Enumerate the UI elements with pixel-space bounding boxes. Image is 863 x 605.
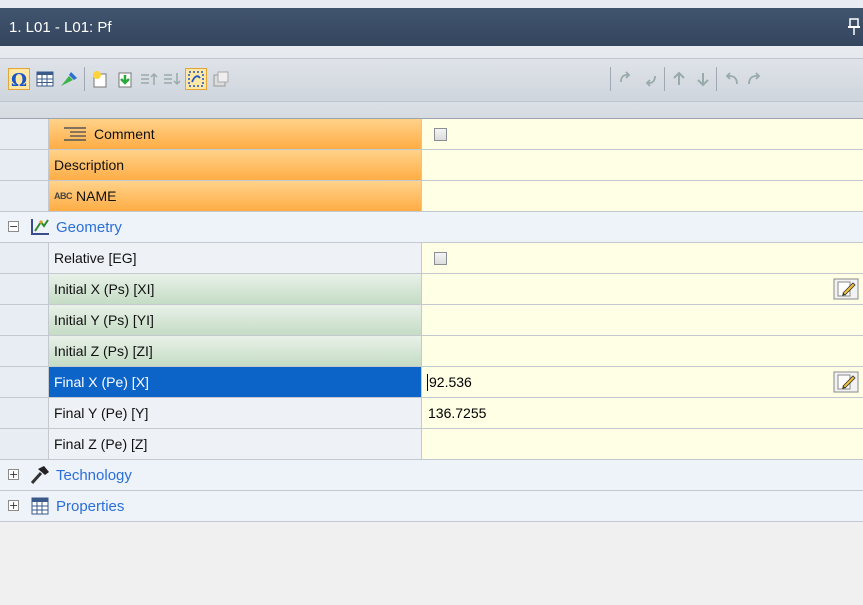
toolbar: Ω [0,46,863,119]
row-margin [0,181,49,211]
redo-icon[interactable] [744,68,766,90]
initial-x-label: Initial X (Ps) [XI] [54,281,155,297]
description-field[interactable] [422,150,863,180]
property-row-initial-y[interactable]: Initial Y (Ps) [YI] [0,305,863,336]
initial-y-label: Initial Y (Ps) [YI] [54,312,154,328]
toolbar-separator [716,67,717,91]
property-name: Description [49,150,422,180]
geometry-icon [31,219,49,235]
category-technology[interactable]: + Technology [0,460,863,491]
toolbar-separator [84,67,85,91]
row-margin [0,243,49,273]
select-icon[interactable] [185,68,207,90]
nav-up-icon[interactable] [668,68,690,90]
initial-x-field[interactable] [422,274,863,304]
category-properties[interactable]: + Properties [0,491,863,522]
undo-icon[interactable] [720,68,742,90]
panel-titlebar: 1. L01 - L01: Pf [0,8,863,46]
row-margin [0,336,49,366]
comment-icon [64,127,86,141]
comment-label: Comment [94,126,155,142]
omega-icon[interactable]: Ω [8,68,30,90]
relative-checkbox[interactable] [434,251,447,265]
property-name: Initial Z (Ps) [ZI] [49,336,422,366]
import-icon[interactable] [114,68,136,90]
property-row-final-z[interactable]: Final Z (Pe) [Z] [0,429,863,460]
comment-checkbox[interactable] [434,127,447,141]
row-margin [0,150,49,180]
name-label: NAME [76,188,117,204]
abc-text-icon: ABC [54,191,73,201]
property-name: ABC NAME [49,181,422,211]
copy-icon[interactable] [210,68,232,90]
property-value[interactable] [422,119,863,149]
property-name: Final Y (Pe) [Y] [49,398,422,428]
move-down-icon[interactable] [161,68,183,90]
final-x-label: Final X (Pe) [X] [54,374,149,390]
property-row-description[interactable]: Description [0,150,863,181]
name-field[interactable] [422,181,863,211]
row-margin [0,367,49,397]
technology-label: Technology [56,466,132,484]
move-up-icon[interactable] [138,68,160,90]
initial-y-field[interactable] [422,305,863,335]
nav-down-icon[interactable] [692,68,714,90]
hammer-icon [30,466,49,485]
top-border [0,0,863,8]
final-x-field[interactable]: 92.536 [422,367,863,397]
property-name: Final X (Pe) [X] [49,367,422,397]
expand-toggle[interactable]: + [8,469,19,480]
final-y-label: Final Y (Pe) [Y] [54,405,149,421]
nav-start-icon[interactable] [615,68,637,90]
initial-z-label: Initial Z (Ps) [ZI] [54,343,153,359]
property-name: Relative [EG] [49,243,422,273]
text-caret [427,373,428,391]
row-margin [0,305,49,335]
edit-value-icon[interactable] [833,278,859,300]
property-value[interactable] [422,243,863,273]
category-geometry[interactable]: − Geometry [0,212,863,243]
nav-back-icon[interactable] [639,68,661,90]
property-grid: Comment Description ABC NAME − Geometry [0,119,863,522]
properties-label: Properties [56,497,125,515]
property-row-comment[interactable]: Comment [0,119,863,150]
collapse-toggle[interactable]: − [8,221,19,232]
property-name: Final Z (Pe) [Z] [49,429,422,459]
property-row-initial-z[interactable]: Initial Z (Ps) [ZI] [0,336,863,367]
toolbar-separator [610,67,611,91]
panel-title: 1. L01 - L01: Pf [9,18,112,36]
row-margin [0,398,49,428]
calendar-grid-icon[interactable] [34,68,56,90]
relative-label: Relative [EG] [54,250,137,266]
final-z-field[interactable] [422,429,863,459]
draw-icon[interactable] [58,68,80,90]
final-y-field[interactable]: 136.7255 [422,398,863,428]
pin-icon[interactable] [847,17,861,37]
initial-z-field[interactable] [422,336,863,366]
property-row-final-y[interactable]: Final Y (Pe) [Y] 136.7255 [0,398,863,429]
row-margin [0,119,49,149]
svg-text:Ω: Ω [11,70,27,88]
final-x-value: 92.536 [429,374,472,390]
row-margin [0,274,49,304]
property-name: Comment [49,119,422,149]
property-row-final-x[interactable]: Final X (Pe) [X] 92.536 [0,367,863,398]
table-icon [31,497,49,515]
new-item-icon[interactable] [89,68,111,90]
description-label: Description [54,157,125,173]
edit-value-icon[interactable] [833,371,859,393]
property-row-relative[interactable]: Relative [EG] [0,243,863,274]
geometry-label: Geometry [56,218,122,236]
property-name: Initial Y (Ps) [YI] [49,305,422,335]
expand-toggle[interactable]: + [8,500,19,511]
row-margin [0,429,49,459]
property-row-name[interactable]: ABC NAME [0,181,863,212]
property-row-initial-x[interactable]: Initial X (Ps) [XI] [0,274,863,305]
final-z-label: Final Z (Pe) [Z] [54,436,148,452]
property-name: Initial X (Ps) [XI] [49,274,422,304]
toolbar-separator [664,67,665,91]
